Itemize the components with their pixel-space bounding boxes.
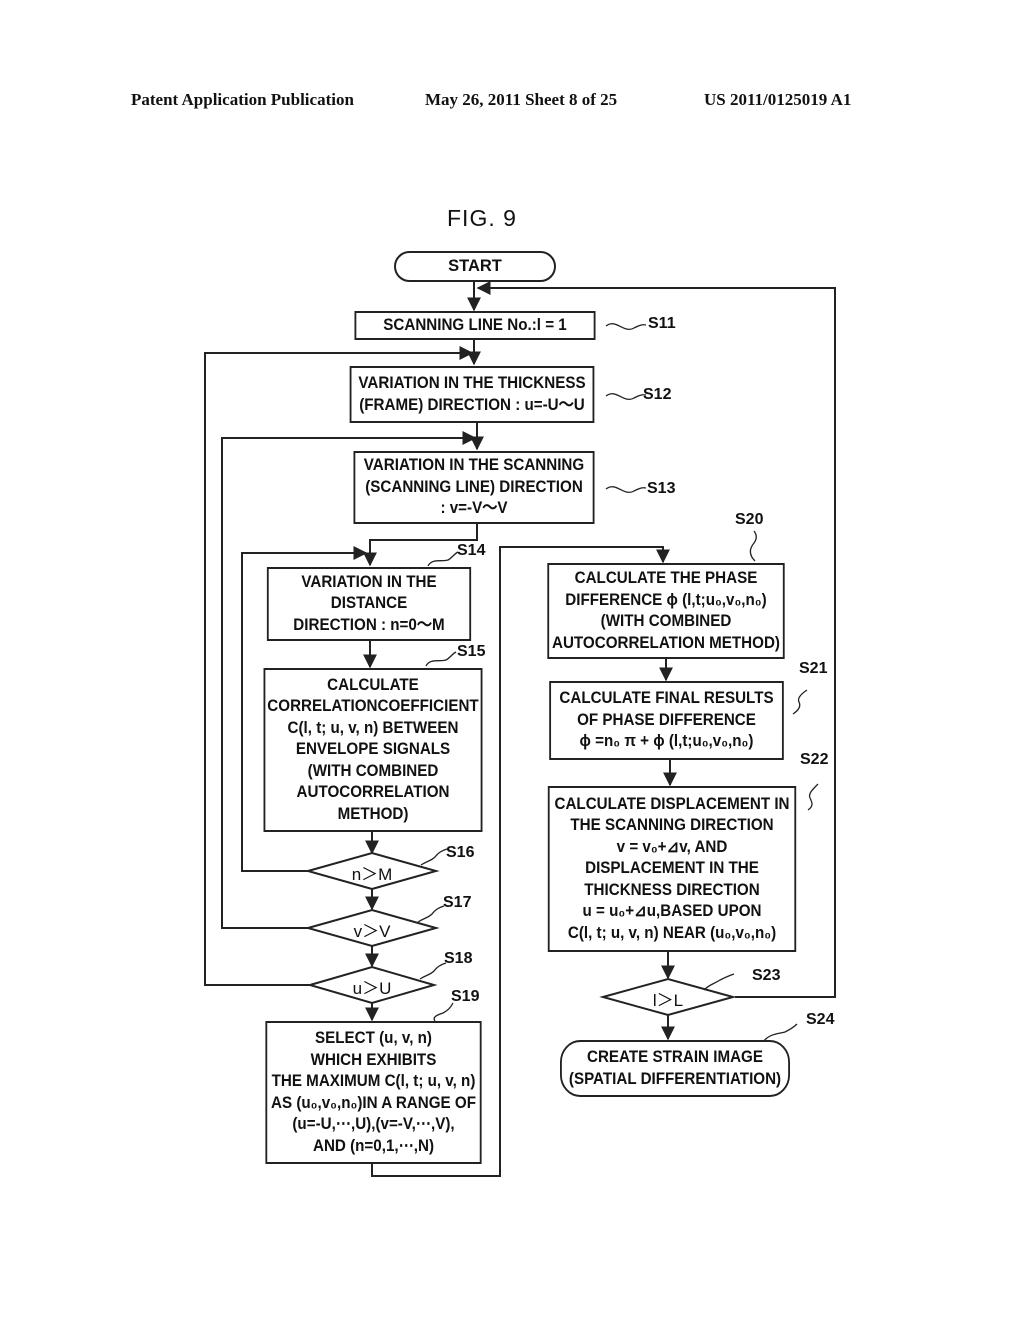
process-s14: VARIATION IN THE DISTANCE DIRECTION : n=… (266, 567, 472, 641)
leader-s22 (807, 783, 819, 811)
step-label-s15: S15 (457, 643, 486, 660)
process-s12: VARIATION IN THE THICKNESS (FRAME) DIREC… (349, 366, 595, 423)
leader-s11 (605, 323, 647, 330)
step-label-s11: S11 (648, 315, 676, 332)
step-label-s18: S18 (444, 950, 473, 967)
process-s22: CALCULATE DISPLACEMENT IN THE SCANNING D… (547, 786, 797, 952)
step-label-s20: S20 (735, 511, 764, 528)
process-s20-text: CALCULATE THE PHASE DIFFERENCE ϕ (l,t;u₀… (552, 569, 780, 652)
process-s21: CALCULATE FINAL RESULTS OF PHASE DIFFERE… (549, 681, 784, 760)
process-s19-text: SELECT (u, v, n) WHICH EXHIBITS THE MAXI… (271, 1029, 476, 1155)
process-s15-text: CALCULATE CORRELATIONCOEFFICIENT C(l, t;… (267, 675, 479, 823)
leader-s18 (419, 962, 447, 980)
process-s11-text: SCANNING LINE No.:l = 1 (383, 315, 567, 334)
process-s19: SELECT (u, v, n) WHICH EXHIBITS THE MAXI… (265, 1021, 482, 1164)
step-label-s12: S12 (643, 386, 672, 403)
end-terminal-s24: CREATE STRAIN IMAGE (SPATIAL DIFFERENTIA… (560, 1040, 790, 1097)
leader-s14 (427, 551, 459, 567)
leader-s21 (792, 689, 808, 715)
process-s12-text: VARIATION IN THE THICKNESS (FRAME) DIREC… (358, 374, 586, 414)
leader-s23 (703, 973, 735, 991)
process-s22-text: CALCULATE DISPLACEMENT IN THE SCANNING D… (554, 794, 790, 942)
decision-s23-text: l＞L (652, 991, 684, 1010)
step-label-s21: S21 (799, 660, 828, 677)
process-s13: VARIATION IN THE SCANNING (SCANNING LINE… (353, 451, 595, 524)
decision-s16-text: n＞M (351, 865, 393, 884)
end-terminal-s24-text: CREATE STRAIN IMAGE (SPATIAL DIFFERENTIA… (568, 1048, 782, 1088)
process-s15: CALCULATE CORRELATIONCOEFFICIENT C(l, t;… (263, 668, 483, 832)
leader-s20 (749, 530, 757, 562)
step-label-s19: S19 (451, 988, 480, 1005)
leader-s17 (417, 905, 445, 923)
process-s11: SCANNING LINE No.:l = 1 (354, 311, 596, 340)
step-label-s13: S13 (647, 480, 676, 497)
start-terminal: START (394, 251, 556, 282)
decision-s18-text: u＞U (352, 979, 392, 998)
process-s14-text: VARIATION IN THE DISTANCE DIRECTION : n=… (293, 572, 445, 634)
step-label-s17: S17 (443, 894, 472, 911)
start-label: START (448, 256, 502, 275)
step-label-s16: S16 (446, 844, 475, 861)
leader-s16 (420, 848, 448, 866)
decision-s17-text: v＞V (353, 922, 391, 941)
flowchart-connectors (204, 280, 836, 1177)
process-s13-text: VARIATION IN THE SCANNING (SCANNING LINE… (363, 456, 585, 518)
leader-s13 (605, 486, 647, 493)
step-label-s24: S24 (806, 1011, 835, 1028)
step-label-s23: S23 (752, 967, 781, 984)
step-label-s14: S14 (457, 542, 486, 559)
leader-s15 (425, 651, 457, 667)
process-s20: CALCULATE THE PHASE DIFFERENCE ϕ (l,t;u₀… (547, 563, 785, 659)
step-label-s22: S22 (800, 751, 829, 768)
process-s21-text: CALCULATE FINAL RESULTS OF PHASE DIFFERE… (559, 689, 774, 751)
leader-s12 (605, 393, 647, 400)
